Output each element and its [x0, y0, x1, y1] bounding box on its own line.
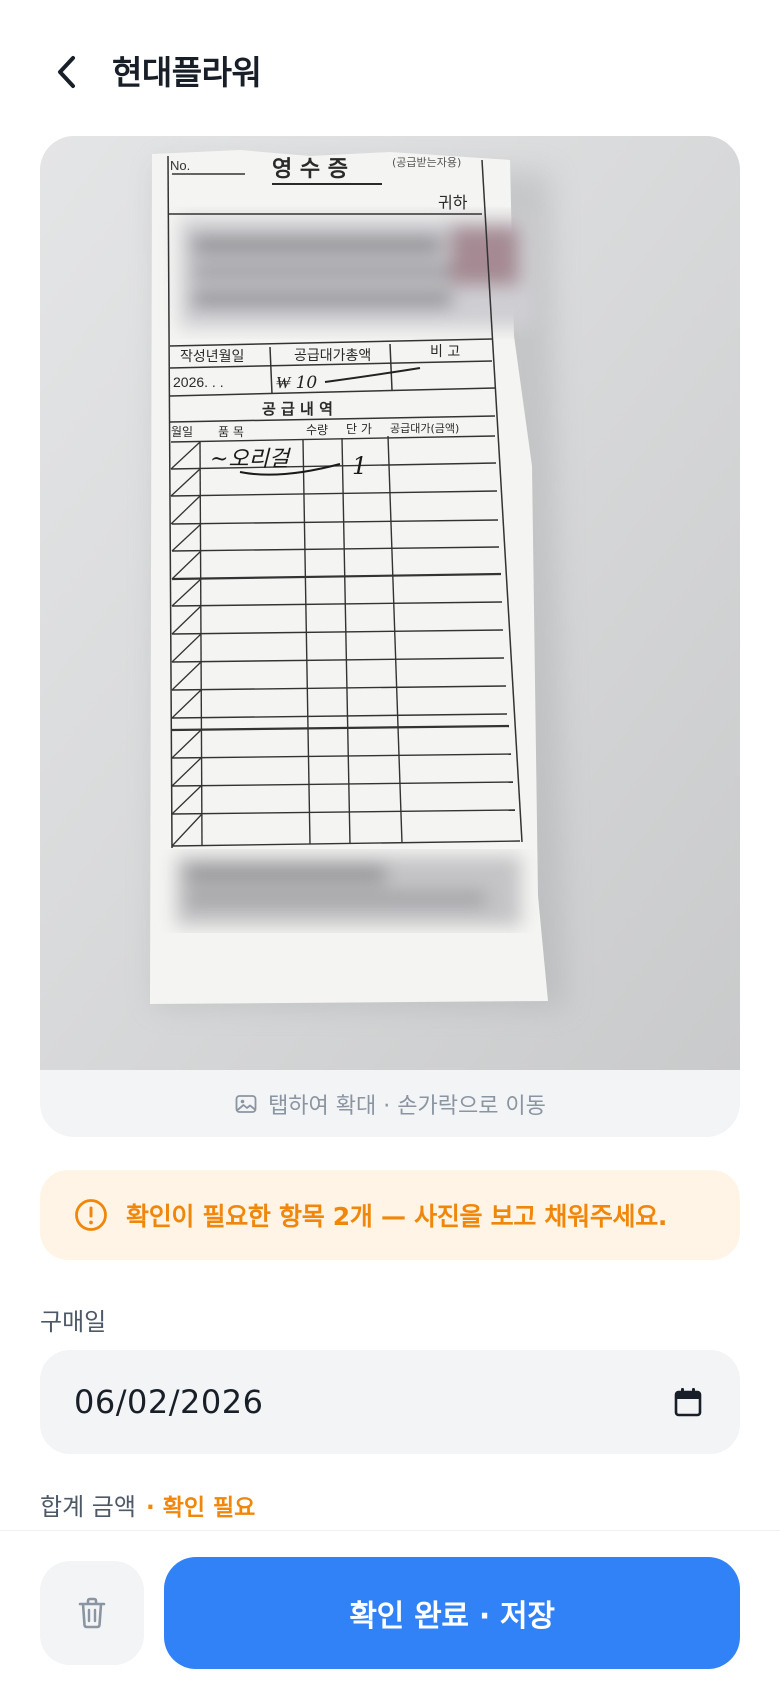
purchase-date-value: 06/02/2026: [74, 1383, 264, 1421]
purchase-date-label: 구매일: [40, 1308, 107, 1336]
confirm-save-button[interactable]: 확인 완료 · 저장: [164, 1557, 740, 1669]
receipt-item-col-date: 월일: [171, 425, 193, 439]
receipt-photo[interactable]: No. 영 수 증 (공급받는자용) 귀하 작성년월일 공급대가총액 비 고 2…: [40, 136, 740, 1070]
photo-hint-text: 탭하여 확대 · 손가락으로 이동: [268, 1093, 546, 1119]
purchase-date-input[interactable]: 06/02/2026: [40, 1350, 740, 1454]
photo-hint: 탭하여 확대 · 손가락으로 이동: [40, 1070, 740, 1137]
delete-button[interactable]: [40, 1561, 144, 1665]
back-button[interactable]: [44, 48, 88, 96]
receipt-section-title: 공 급 내 역: [262, 400, 333, 418]
receipt-item-col-price: 단 가: [346, 422, 372, 436]
receipt-title: 영 수 증: [272, 157, 348, 182]
needs-review-tag: · 확인 필요: [145, 1495, 256, 1521]
trash-icon: [78, 1597, 106, 1629]
total-amount-label: 합계 금액: [40, 1493, 136, 1521]
needs-review-banner: 확인이 필요한 항목 2개 — 사진을 보고 채워주세요.: [40, 1170, 740, 1260]
receipt-honorific: 귀하: [438, 193, 468, 212]
chevron-left-icon: [58, 56, 75, 88]
calendar-icon[interactable]: [674, 1387, 702, 1417]
bottom-action-bar: 확인 완료 · 저장: [0, 1530, 780, 1688]
receipt-no-label: No.: [170, 158, 190, 173]
receipt-photo-card[interactable]: No. 영 수 증 (공급받는자용) 귀하 작성년월일 공급대가총액 비 고 2…: [40, 136, 740, 1137]
receipt-item-col-qty: 수량: [306, 423, 328, 437]
receipt-date-value: 2026. . .: [173, 374, 224, 390]
receipt-item-col-amount: 공급대가(금액): [390, 422, 459, 435]
needs-review-text: 확인이 필요한 항목 2개 — 사진을 보고 채워주세요.: [126, 1202, 668, 1231]
receipt-col-remark: 비 고: [430, 344, 460, 360]
app-header: 현대플라워: [0, 0, 780, 140]
page-title: 현대플라워: [112, 53, 262, 92]
receipt-col-total: 공급대가총액: [294, 348, 371, 364]
total-amount-label-row: 합계 금액 · 확인 필요: [40, 1487, 255, 1522]
receipt-item-col-name: 품 목: [218, 425, 244, 439]
receipt-qty-handwritten: 1: [352, 452, 367, 480]
image-icon: [235, 1094, 257, 1113]
receipt-item-handwritten: ~오리걸: [210, 447, 292, 472]
receipt-title-note: (공급받는자용): [392, 156, 461, 169]
alert-circle-icon: [75, 1199, 107, 1231]
receipt-amount-value: ₩ 10: [276, 373, 317, 393]
receipt-col-date: 작성년월일: [180, 349, 244, 365]
